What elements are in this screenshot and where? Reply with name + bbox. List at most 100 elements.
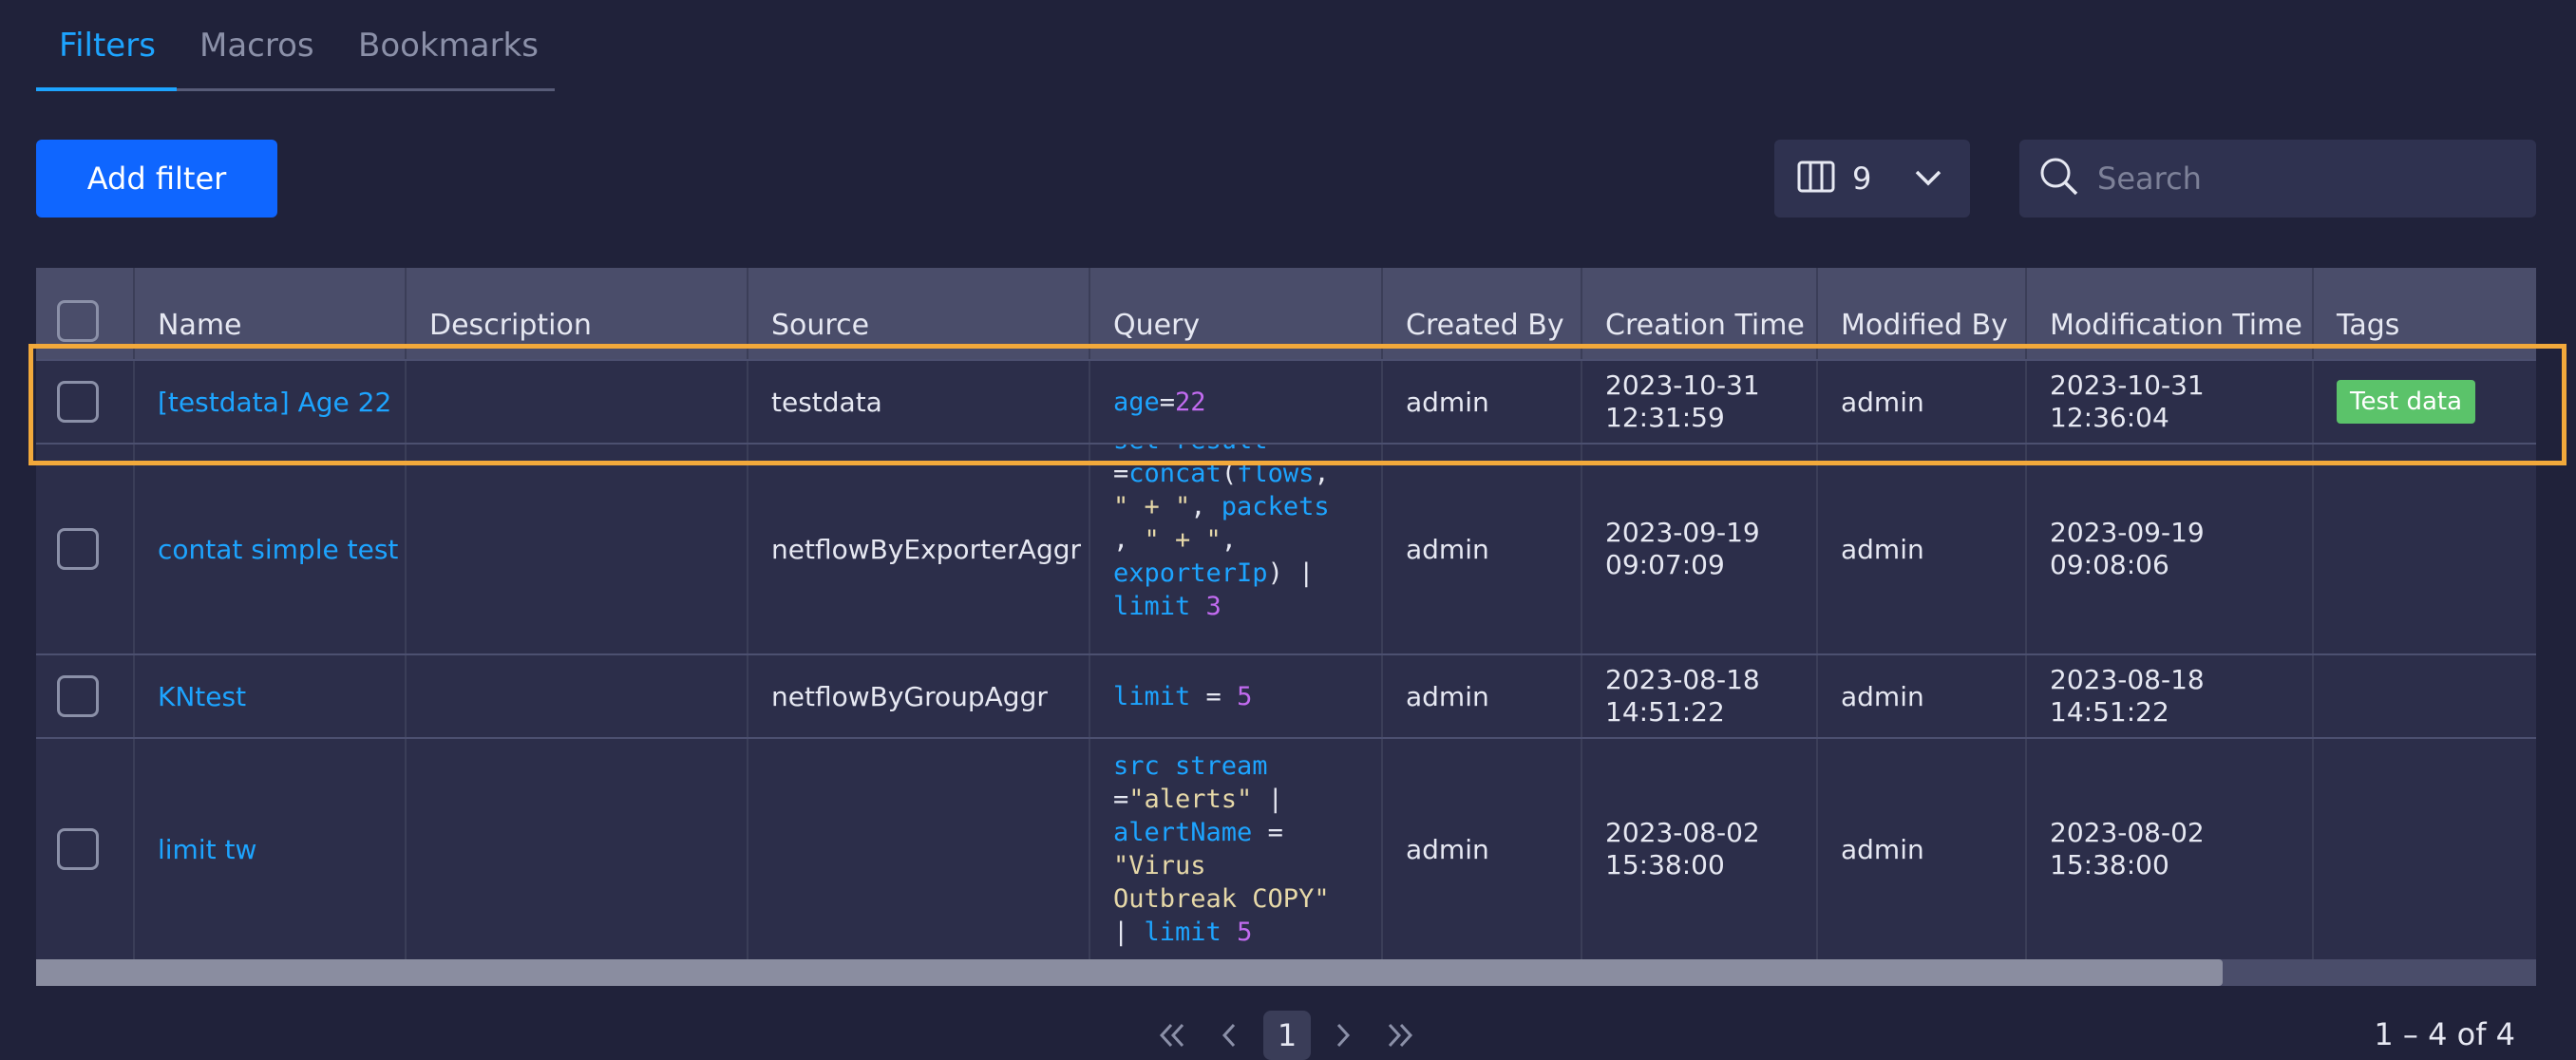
source-cell: testdata (747, 361, 1089, 443)
creation-time-cell: 2023-08-02 15:38:00 (1581, 739, 1816, 959)
filter-name-link[interactable]: KNtest (133, 655, 405, 737)
header-tags[interactable]: Tags (2312, 268, 2536, 359)
description-cell (405, 655, 747, 737)
header-query[interactable]: Query (1089, 268, 1381, 359)
horizontal-scrollbar[interactable] (36, 959, 2536, 986)
query-code: age=22 (1113, 387, 1206, 417)
tag-badge[interactable]: Test data (2337, 380, 2476, 424)
query-cell: age=22 (1089, 361, 1381, 443)
source-cell: netflowByGroupAggr (747, 655, 1089, 737)
modification-time-cell: 2023-08-18 14:51:22 (2025, 655, 2312, 737)
creation-date: 2023-09-19 (1605, 517, 1760, 548)
chevron-down-icon (1911, 161, 1945, 199)
row-checkbox[interactable] (57, 381, 99, 423)
column-picker-dropdown[interactable]: 9 (1774, 140, 1970, 218)
search-box (2019, 140, 2536, 218)
modified-by-cell: admin (1816, 445, 2025, 653)
created-by-cell: admin (1381, 361, 1581, 443)
modification-date: 2023-09-19 (2050, 517, 2205, 548)
creation-clock: 14:51:22 (1605, 696, 1725, 728)
scrollbar-thumb[interactable] (36, 959, 2223, 986)
tags-cell: Test data (2312, 361, 2536, 443)
search-input[interactable] (2095, 160, 2517, 198)
pagination: 1 (0, 1011, 2576, 1060)
description-cell (405, 445, 747, 653)
query-cell: limit = 5 (1089, 655, 1381, 737)
query-code: src stream ="alerts" | alertName = "Viru… (1113, 751, 1330, 947)
created-by-cell: admin (1381, 739, 1581, 959)
creation-date: 2023-10-31 (1605, 369, 1760, 401)
add-filter-button[interactable]: Add filter (36, 140, 277, 218)
created-by-cell: admin (1381, 445, 1581, 653)
header-description[interactable]: Description (405, 268, 747, 359)
active-tab-indicator (36, 87, 177, 91)
row-checkbox[interactable] (57, 828, 99, 870)
current-page-button[interactable]: 1 (1263, 1011, 1311, 1060)
creation-date: 2023-08-18 (1605, 664, 1760, 695)
description-cell (405, 361, 747, 443)
creation-date: 2023-08-02 (1605, 817, 1760, 848)
header-select-cell (36, 268, 133, 359)
header-source[interactable]: Source (747, 268, 1089, 359)
filter-name-link[interactable]: contat simple test (133, 445, 405, 653)
tags-cell (2312, 445, 2536, 653)
table-row[interactable]: limit tw src stream ="alerts" | alertNam… (36, 737, 2536, 959)
row-select-cell (36, 445, 133, 653)
tab-bookmarks[interactable]: Bookmarks (358, 27, 539, 65)
header-created-by[interactable]: Created By (1381, 268, 1581, 359)
modification-clock: 15:38:00 (2050, 849, 2169, 880)
page-range-text: 1 – 4 of 4 (2374, 1016, 2515, 1052)
previous-page-icon[interactable] (1212, 1011, 1246, 1060)
table-row[interactable]: [testdata] Age 22 testdata age=22 admin … (36, 359, 2536, 443)
header-creation-time[interactable]: Creation Time (1581, 268, 1816, 359)
columns-icon (1797, 161, 1835, 197)
tags-cell (2312, 739, 2536, 959)
last-page-icon[interactable] (1379, 1011, 1421, 1060)
row-checkbox[interactable] (57, 528, 99, 570)
row-select-cell (36, 739, 133, 959)
first-page-icon[interactable] (1151, 1011, 1193, 1060)
modification-date: 2023-08-18 (2050, 664, 2205, 695)
row-select-cell (36, 655, 133, 737)
table-row[interactable]: contat simple test netflowByExporterAggr… (36, 443, 2536, 653)
columns-count: 9 (1852, 161, 1872, 197)
query-cell: set result =concat(flows, " + ", packets… (1089, 445, 1381, 653)
modification-clock: 12:36:04 (2050, 402, 2169, 433)
modification-date: 2023-10-31 (2050, 369, 2205, 401)
modification-time-cell: 2023-08-02 15:38:00 (2025, 739, 2312, 959)
creation-clock: 09:07:09 (1605, 549, 1725, 580)
tab-macros[interactable]: Macros (199, 27, 314, 65)
header-name[interactable]: Name (133, 268, 405, 359)
creation-time-cell: 2023-09-19 09:07:09 (1581, 445, 1816, 653)
modified-by-cell: admin (1816, 739, 2025, 959)
query-cell: src stream ="alerts" | alertName = "Viru… (1089, 739, 1381, 959)
query-code: set result =concat(flows, " + ", packets… (1113, 445, 1330, 621)
modification-time-cell: 2023-10-31 12:36:04 (2025, 361, 2312, 443)
created-by-cell: admin (1381, 655, 1581, 737)
table-header-row: Name Description Source Query Created By… (36, 268, 2536, 359)
header-modification-time[interactable]: Modification Time (2025, 268, 2312, 359)
filter-name-link[interactable]: limit tw (133, 739, 405, 959)
row-checkbox[interactable] (57, 675, 99, 717)
modification-clock: 09:08:06 (2050, 549, 2169, 580)
filter-name-link[interactable]: [testdata] Age 22 (133, 361, 405, 443)
modification-date: 2023-08-02 (2050, 817, 2205, 848)
modified-by-cell: admin (1816, 361, 2025, 443)
modification-clock: 14:51:22 (2050, 696, 2169, 728)
table-row[interactable]: KNtest netflowByGroupAggr limit = 5 admi… (36, 653, 2536, 737)
creation-time-cell: 2023-08-18 14:51:22 (1581, 655, 1816, 737)
row-select-cell (36, 361, 133, 443)
header-modified-by[interactable]: Modified By (1816, 268, 2025, 359)
tags-cell (2312, 655, 2536, 737)
query-code: limit = 5 (1113, 681, 1253, 711)
creation-time-cell: 2023-10-31 12:31:59 (1581, 361, 1816, 443)
modification-time-cell: 2023-09-19 09:08:06 (2025, 445, 2312, 653)
tab-bar: Filters Macros Bookmarks (36, 0, 555, 91)
tab-filters[interactable]: Filters (59, 27, 156, 65)
creation-clock: 12:31:59 (1605, 402, 1725, 433)
source-cell: netflowByExporterAggr (747, 445, 1089, 653)
select-all-checkbox[interactable] (57, 300, 99, 342)
search-icon (2038, 156, 2080, 201)
source-cell (747, 739, 1089, 959)
next-page-icon[interactable] (1326, 1011, 1360, 1060)
